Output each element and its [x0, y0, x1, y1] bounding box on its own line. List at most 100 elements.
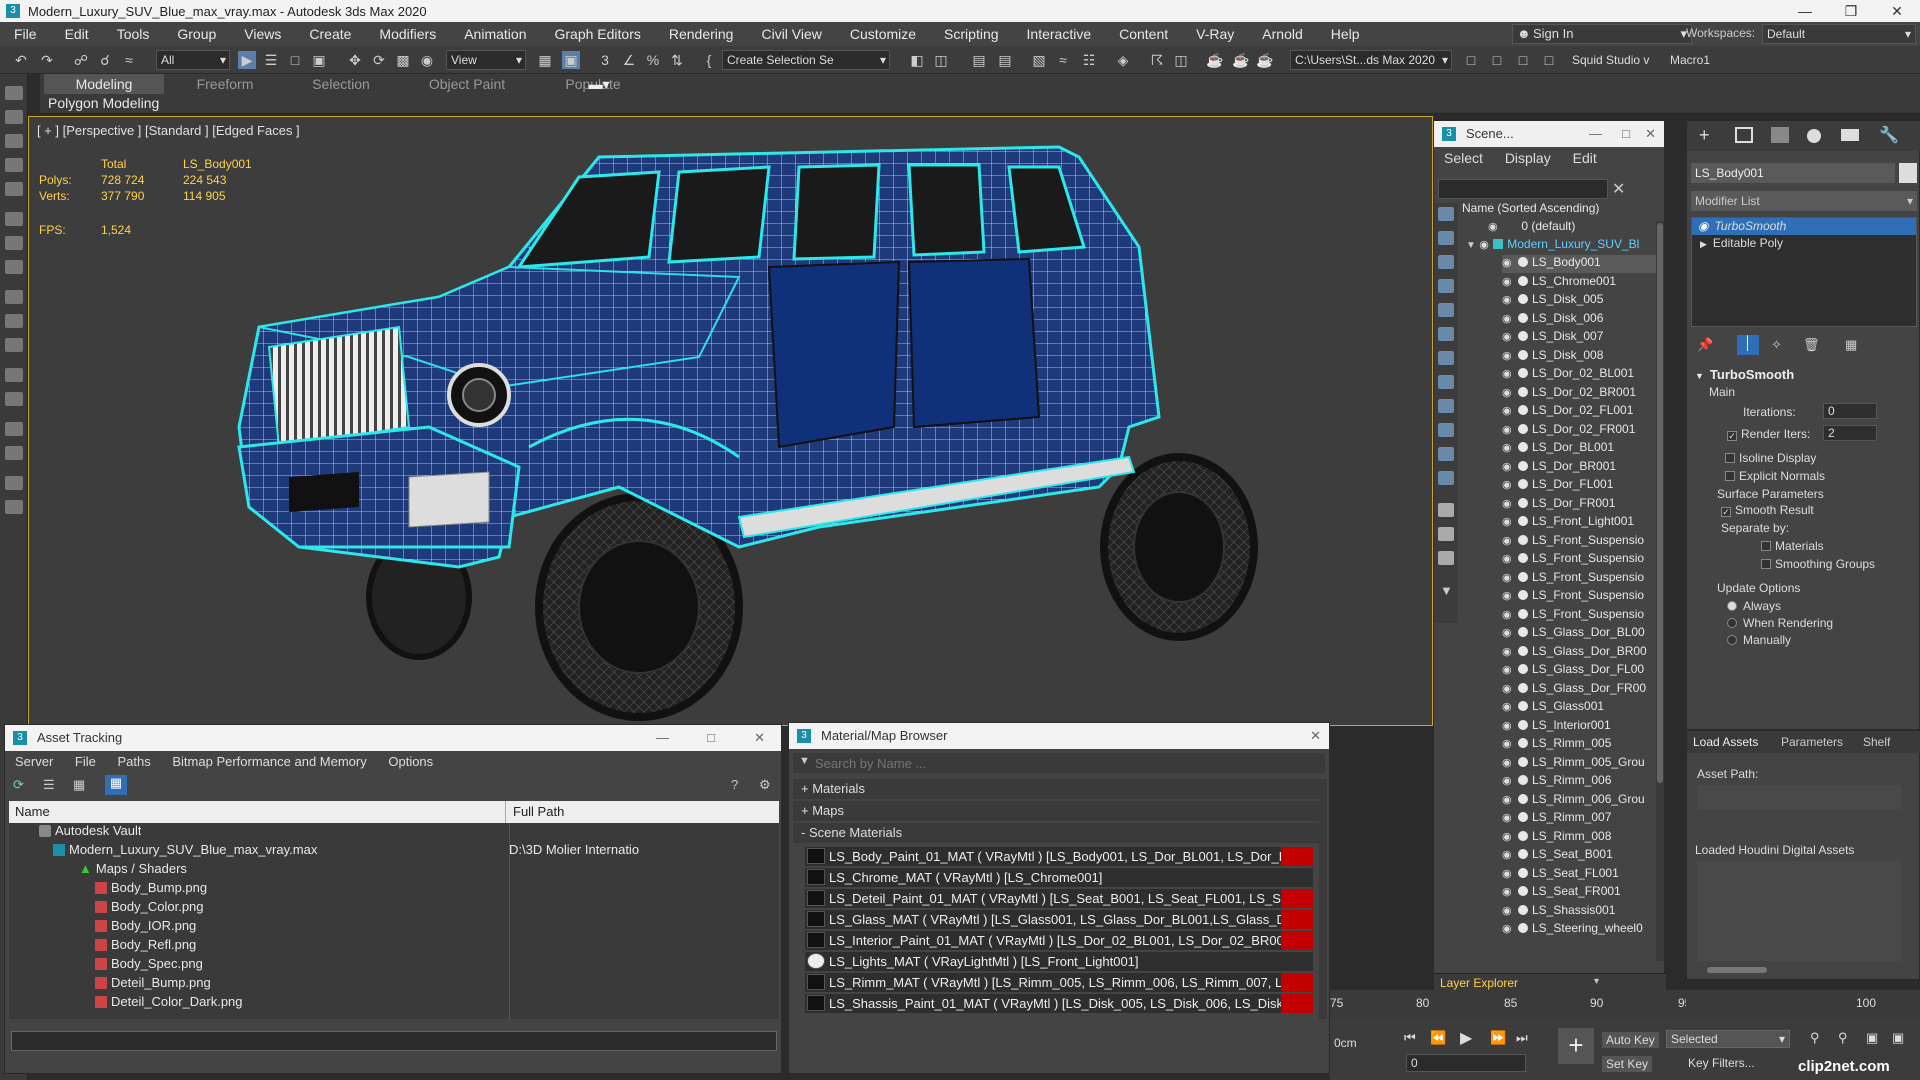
- eye-icon[interactable]: ◉: [1502, 719, 1516, 732]
- eye-icon[interactable]: ◉: [1502, 404, 1516, 417]
- collapse-arrow-icon[interactable]: ▼: [1695, 371, 1704, 381]
- scene-material-row[interactable]: LS_Interior_Paint_01_MAT ( VRayMtl ) [LS…: [805, 931, 1313, 950]
- asset-row-vault[interactable]: Autodesk Vault: [39, 823, 141, 842]
- asset-row-file[interactable]: Deteil_Color_Dark.png: [95, 994, 243, 1013]
- tab-shelf[interactable]: Shelf: [1863, 735, 1890, 749]
- filter-cameras-icon[interactable]: [1438, 279, 1454, 293]
- maximize-icon[interactable]: □: [707, 725, 715, 751]
- zoom-icon[interactable]: ⚲: [1810, 1030, 1820, 1046]
- modify-tab-icon[interactable]: [1735, 127, 1753, 143]
- scene-object-row[interactable]: ◉ LS_Rimm_005: [1502, 736, 1662, 754]
- chevron-down-icon[interactable]: ▼: [799, 755, 810, 767]
- menu-civil-view[interactable]: Civil View: [747, 26, 835, 42]
- scene-object-row[interactable]: ◉ LS_Shassis001: [1502, 903, 1662, 921]
- camera-icon[interactable]: [5, 236, 23, 250]
- radio-unselected[interactable]: [1727, 618, 1737, 628]
- scene-object-row[interactable]: ◉ LS_Seat_FL001: [1502, 866, 1662, 884]
- scene-material-row[interactable]: LS_Chrome_MAT ( VRayMtl ) [LS_Chrome001]: [805, 868, 1313, 887]
- scene-object-row[interactable]: ◉ LS_Glass_Dor_BR00: [1502, 644, 1662, 662]
- menu-paths[interactable]: Paths: [118, 754, 151, 769]
- tab-modeling[interactable]: Modeling: [44, 74, 164, 94]
- menu-modifiers[interactable]: Modifiers: [365, 26, 450, 42]
- motion-tab-icon[interactable]: [1807, 129, 1821, 143]
- column-name[interactable]: Name: [15, 804, 50, 819]
- menu-bitmap-performance[interactable]: Bitmap Performance and Memory: [172, 754, 366, 769]
- display-none-icon[interactable]: [1438, 527, 1454, 541]
- current-frame-input[interactable]: 0: [1406, 1054, 1526, 1072]
- previous-frame-icon[interactable]: ⏪: [1430, 1030, 1446, 1046]
- render-iterative-icon[interactable]: ☕: [1232, 51, 1250, 69]
- zoom-all-icon[interactable]: ⚲: [1838, 1030, 1848, 1046]
- minimize-icon[interactable]: —: [1589, 121, 1602, 147]
- restore-button[interactable]: ❐: [1828, 0, 1874, 22]
- scene-object-row[interactable]: ◉ LS_Front_Suspensio: [1502, 588, 1662, 606]
- asset-row-file[interactable]: Deteil_Bump.png: [95, 975, 211, 994]
- perspective-viewport[interactable]: [ + ] [Perspective ] [Standard ] [Edged …: [28, 116, 1433, 726]
- sun-icon[interactable]: [5, 422, 23, 436]
- minimize-button[interactable]: —: [1782, 0, 1828, 22]
- render-production-icon[interactable]: ☕: [1206, 51, 1224, 69]
- object-name-field[interactable]: LS_Body001: [1691, 163, 1895, 183]
- geosphere-icon[interactable]: [5, 446, 23, 460]
- snap-3d-icon[interactable]: 3: [596, 51, 614, 69]
- scene-object-row[interactable]: ◉ LS_Rimm_006_Grou: [1502, 792, 1662, 810]
- scene-material-row[interactable]: LS_Body_Paint_01_MAT ( VRayMtl ) [LS_Bod…: [805, 847, 1313, 866]
- filter-geometry-icon[interactable]: [1438, 207, 1454, 221]
- close-button[interactable]: ✕: [1874, 0, 1920, 22]
- auto-key-button[interactable]: Auto Key: [1602, 1032, 1659, 1048]
- eye-icon[interactable]: ◉: [1502, 626, 1516, 639]
- eye-icon[interactable]: ◉: [1502, 848, 1516, 861]
- scene-object-row[interactable]: ◉ LS_Glass_Dor_BL00: [1502, 625, 1662, 643]
- manually-radio[interactable]: Manually: [1691, 633, 1917, 650]
- eye-icon[interactable]: ◉: [1502, 663, 1516, 676]
- always-radio[interactable]: Always: [1691, 599, 1917, 616]
- scene-material-row[interactable]: LS_Rimm_MAT ( VRayMtl ) [LS_Rimm_005, LS…: [805, 973, 1313, 992]
- sphere-icon[interactable]: [5, 314, 23, 328]
- select-manipulate-icon[interactable]: ▣: [562, 51, 580, 69]
- time-ruler[interactable]: 75 80 85 90 95: [1330, 990, 1691, 1020]
- eye-icon[interactable]: ◉: [1502, 441, 1516, 454]
- pin-stack-icon[interactable]: 📌: [1697, 337, 1713, 353]
- mirror-icon[interactable]: ◧: [908, 51, 926, 69]
- menu-help[interactable]: Help: [1317, 26, 1374, 42]
- zoom-extents-all-icon[interactable]: ▣: [1892, 1030, 1904, 1046]
- stack-item-editable-poly[interactable]: ▶ Editable Poly: [1692, 235, 1916, 252]
- when-rendering-radio[interactable]: When Rendering: [1691, 616, 1917, 633]
- filter-shapes-icon[interactable]: [1438, 231, 1454, 245]
- menu-customize[interactable]: Customize: [836, 26, 930, 42]
- eye-icon[interactable]: ◉: [1502, 904, 1516, 917]
- menu-file[interactable]: File: [75, 754, 96, 769]
- checkbox-unchecked[interactable]: [1725, 453, 1735, 463]
- eye-icon[interactable]: ◉: [1502, 774, 1516, 787]
- scene-object-row[interactable]: ◉ LS_Dor_02_BR001: [1502, 385, 1662, 403]
- spacewarp-icon[interactable]: [5, 476, 23, 490]
- angle-snap-icon[interactable]: ∠: [620, 51, 638, 69]
- menu-content[interactable]: Content: [1105, 26, 1182, 42]
- viewport-layout-icon[interactable]: [5, 86, 23, 100]
- render-iters-spinner[interactable]: 2: [1823, 425, 1877, 441]
- close-icon[interactable]: ✕: [1310, 723, 1321, 749]
- eye-icon[interactable]: ◉: [1502, 608, 1516, 621]
- torus-icon[interactable]: [5, 368, 23, 382]
- chevron-down-icon[interactable]: ▾: [1594, 976, 1599, 987]
- utilities-tab-icon[interactable]: 🔧: [1879, 125, 1899, 145]
- filter-helpers-icon[interactable]: [1438, 303, 1454, 317]
- key-selection-select[interactable]: Selected ▾: [1666, 1030, 1790, 1048]
- list-view-icon[interactable]: ☰: [43, 777, 55, 793]
- eye-icon[interactable]: ◉: [1502, 885, 1516, 898]
- scene-object-row[interactable]: ◉ LS_Rimm_005_Grou: [1502, 755, 1662, 773]
- scene-list-header[interactable]: Name (Sorted Ascending): [1462, 201, 1662, 219]
- scene-object-row[interactable]: ◉ LS_Seat_FR001: [1502, 884, 1662, 902]
- eye-icon[interactable]: ◉: [1502, 830, 1516, 843]
- scene-object-row[interactable]: ◉ LS_Front_Suspensio: [1502, 551, 1662, 569]
- asset-row-file[interactable]: Body_IOR.png: [95, 918, 196, 937]
- close-icon[interactable]: ✕: [754, 725, 765, 751]
- menu-file[interactable]: File: [0, 26, 51, 42]
- render-iters-checkbox[interactable]: ✓ Render Iters:: [1727, 427, 1810, 441]
- scene-object-row[interactable]: ◉ LS_Seat_B001: [1502, 847, 1662, 865]
- eye-icon[interactable]: ◉: [1488, 220, 1502, 233]
- menu-tools[interactable]: Tools: [103, 26, 164, 42]
- rotate-icon[interactable]: ⟳: [370, 51, 388, 69]
- asset-row-file[interactable]: Body_Bump.png: [95, 880, 207, 899]
- scene-object-row[interactable]: ◉ LS_Front_Light001: [1502, 514, 1662, 532]
